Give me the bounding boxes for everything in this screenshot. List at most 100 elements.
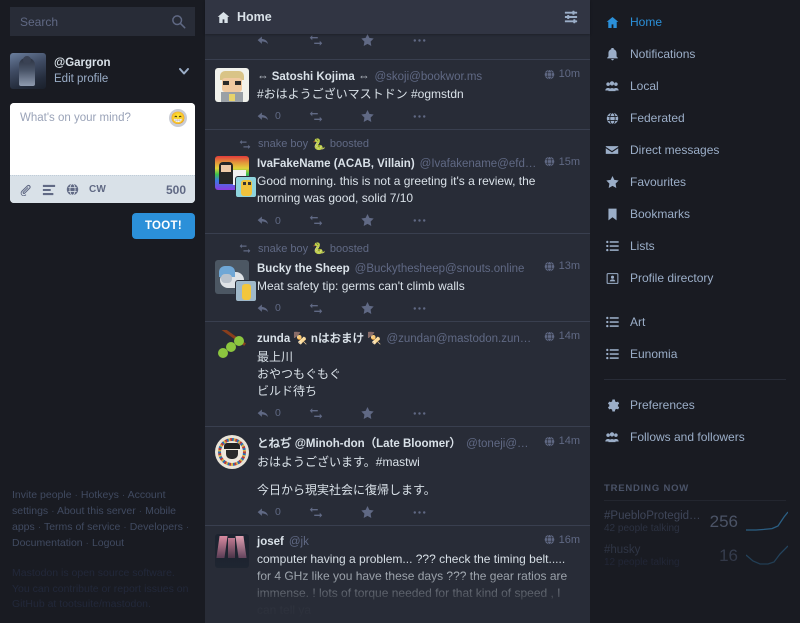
trending-item[interactable]: #husky 12 people talking 16: [590, 539, 800, 573]
status-item[interactable]: zunda 🍢 nはおまけ 🍢 @zundan@mastodon.zunda.n…: [205, 322, 590, 427]
status-display-name[interactable]: josef: [257, 536, 284, 548]
nav-item-notifications[interactable]: Notifications: [590, 38, 800, 70]
favourite-icon[interactable]: [361, 214, 413, 227]
status-display-name[interactable]: IvaFakeName (ACAB, Villain): [257, 158, 415, 170]
status-timestamp[interactable]: 16m: [538, 534, 580, 546]
sliders-icon[interactable]: [564, 10, 578, 24]
trending-item[interactable]: #PuebloProtegidoYRe… 42 people talking 2…: [590, 505, 800, 539]
more-icon[interactable]: [413, 407, 465, 420]
avatar[interactable]: [215, 434, 249, 469]
more-icon[interactable]: [413, 110, 465, 123]
status-timestamp[interactable]: 14m: [538, 330, 580, 342]
link-logout[interactable]: Logout: [92, 537, 124, 549]
status-item[interactable]: josef @jk 16m computer having a problem.…: [205, 526, 590, 623]
more-icon[interactable]: [413, 506, 465, 519]
nav-item-list-eunomia[interactable]: Eunomia: [590, 338, 800, 370]
reply-icon[interactable]: 0: [257, 214, 309, 227]
nav-item-preferences[interactable]: Preferences: [590, 389, 800, 421]
nav-item-local[interactable]: Local: [590, 70, 800, 102]
status-timestamp[interactable]: 10m: [538, 68, 580, 80]
favourite-icon[interactable]: [361, 34, 413, 47]
trending-hashtag[interactable]: #husky: [604, 544, 711, 556]
status-item[interactable]: snake boy 🐍 boosted: [205, 234, 590, 322]
status-item[interactable]: snake boy 🐍 boosted: [205, 130, 590, 235]
status-account[interactable]: @skoji@bookwor.ms: [374, 71, 482, 83]
drawer-column: @Gargron Edit profile What's on your min…: [0, 0, 205, 623]
boost-icon[interactable]: [309, 214, 361, 227]
favourite-icon[interactable]: [361, 505, 413, 519]
nav-item-list-art[interactable]: Art: [590, 306, 800, 338]
toot-button[interactable]: TOOT!: [131, 213, 195, 239]
character-counter: 500: [165, 182, 186, 197]
favourite-icon[interactable]: [361, 301, 413, 315]
status-account[interactable]: @zundan@mastodon.zunda.ninja: [386, 333, 537, 345]
link-documentation[interactable]: Documentation: [12, 537, 83, 549]
reply-icon[interactable]: [257, 34, 309, 47]
favourite-icon[interactable]: [361, 109, 413, 123]
status-account[interactable]: @Buckythesheep@snouts.online: [355, 263, 525, 275]
nav-item-federated[interactable]: Federated: [590, 102, 800, 134]
status-display-name[interactable]: ⇔ Satoshi Kojima ⇔: [257, 71, 369, 83]
nav-item-home[interactable]: Home: [590, 6, 800, 38]
globe-icon[interactable]: [66, 183, 79, 196]
link-invite-people[interactable]: Invite people: [12, 489, 72, 501]
reply-icon[interactable]: 0: [257, 302, 309, 315]
edit-profile-link[interactable]: Edit profile: [54, 72, 177, 86]
boost-icon[interactable]: [309, 407, 361, 420]
link-developers[interactable]: Developers: [130, 521, 183, 533]
boost-icon[interactable]: [309, 302, 361, 315]
status-timestamp[interactable]: 15m: [538, 156, 580, 168]
boost-icon[interactable]: [309, 34, 361, 47]
avatar[interactable]: [215, 533, 249, 568]
nav-item-profile-directory[interactable]: Profile directory: [590, 262, 800, 294]
boost-icon[interactable]: [309, 110, 361, 123]
content-warning-button[interactable]: CW: [89, 184, 106, 195]
chevron-down-icon[interactable]: [177, 64, 191, 78]
avatar[interactable]: [215, 155, 257, 198]
status-item[interactable]: [205, 34, 590, 60]
status-account[interactable]: @Ivafakename@efdn.club: [420, 158, 538, 170]
link-about-this-server[interactable]: About this server: [57, 505, 136, 517]
reply-icon[interactable]: 0: [257, 407, 309, 420]
search-icon[interactable]: [171, 14, 186, 29]
more-icon[interactable]: [413, 302, 465, 315]
trending-hashtag[interactable]: #PuebloProtegidoYRe…: [604, 510, 702, 522]
status-text: おはようございます。#mastwi 今日から現実社会に復帰します。: [257, 454, 580, 499]
booster-name[interactable]: snake boy: [258, 138, 308, 150]
booster-name[interactable]: snake boy: [258, 243, 308, 255]
status-display-name[interactable]: Bucky the Sheep: [257, 263, 350, 275]
status-item[interactable]: ⇔ Satoshi Kojima ⇔ @skoji@bookwor.ms 10m…: [205, 60, 590, 130]
status-display-name[interactable]: zunda 🍢 nはおまけ 🍢: [257, 330, 381, 346]
reply-icon[interactable]: 0: [257, 110, 309, 123]
column-header[interactable]: Home: [205, 0, 590, 34]
link-terms-of-service[interactable]: Terms of service: [44, 521, 120, 533]
status-timestamp[interactable]: 14m: [538, 435, 580, 447]
nav-item-direct-messages[interactable]: Direct messages: [590, 134, 800, 166]
link-hotkeys[interactable]: Hotkeys: [81, 489, 119, 501]
nav-item-bookmarks[interactable]: Bookmarks: [590, 198, 800, 230]
avatar[interactable]: [215, 260, 257, 303]
nav-item-follows-and-followers[interactable]: Follows and followers: [590, 421, 800, 453]
reply-icon[interactable]: 0: [257, 506, 309, 519]
status-account[interactable]: @toneji@minohdon.jp: [466, 438, 537, 450]
drawer-links: Invite people · Hotkeys · Account settin…: [12, 488, 190, 550]
poll-icon[interactable]: [42, 183, 56, 197]
more-icon[interactable]: [413, 34, 465, 47]
nav-item-favourites[interactable]: Favourites: [590, 166, 800, 198]
timeline-scroller[interactable]: ⇔ Satoshi Kojima ⇔ @skoji@bookwor.ms 10m…: [205, 34, 590, 623]
status-account[interactable]: @jk: [289, 536, 309, 548]
status-item[interactable]: とねぢ @Minoh-don（Late Bloomer） @toneji@min…: [205, 427, 590, 526]
emoji-picker-icon[interactable]: 😁: [169, 109, 187, 127]
compose-textarea[interactable]: What's on your mind? 😁: [10, 103, 195, 175]
more-icon[interactable]: [413, 214, 465, 227]
avatar[interactable]: [215, 68, 249, 102]
nav-item-lists[interactable]: Lists: [590, 230, 800, 262]
favourite-icon[interactable]: [361, 406, 413, 420]
status-display-name[interactable]: とねぢ @Minoh-don（Late Bloomer）: [257, 435, 461, 451]
avatar[interactable]: [215, 329, 249, 364]
status-timestamp[interactable]: 13m: [538, 260, 580, 272]
boost-icon[interactable]: [309, 506, 361, 519]
attach-icon[interactable]: [19, 183, 32, 196]
search-input[interactable]: [10, 7, 195, 36]
account-switcher[interactable]: @Gargron Edit profile: [10, 51, 195, 91]
